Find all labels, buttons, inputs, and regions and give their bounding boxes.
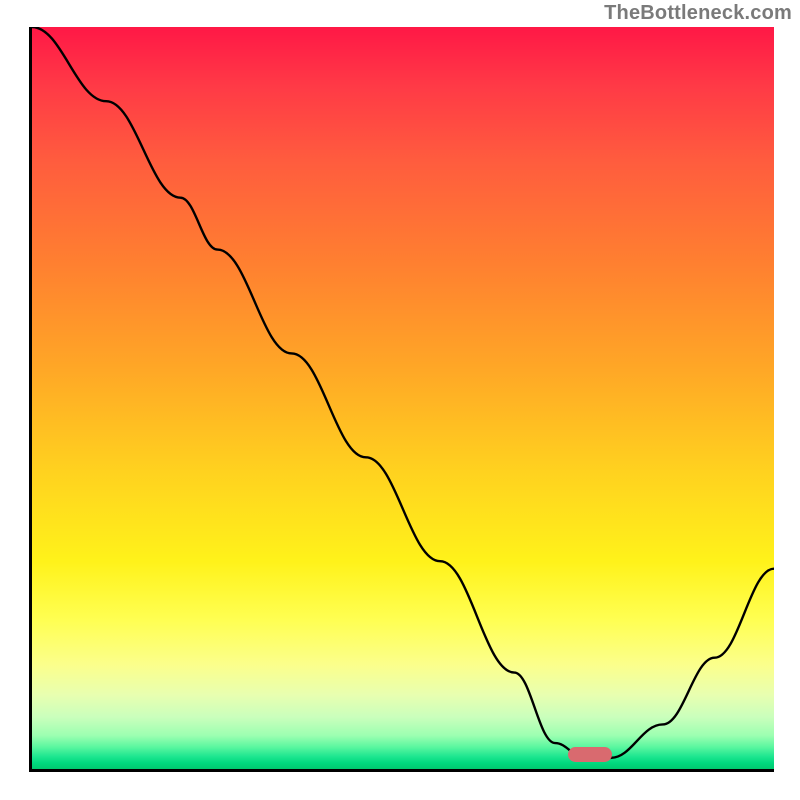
chart-container: TheBottleneck.com — [0, 0, 800, 800]
plot-area — [29, 27, 774, 772]
optimal-marker — [568, 747, 612, 762]
bottleneck-curve — [32, 27, 774, 769]
attribution-watermark: TheBottleneck.com — [604, 2, 792, 25]
